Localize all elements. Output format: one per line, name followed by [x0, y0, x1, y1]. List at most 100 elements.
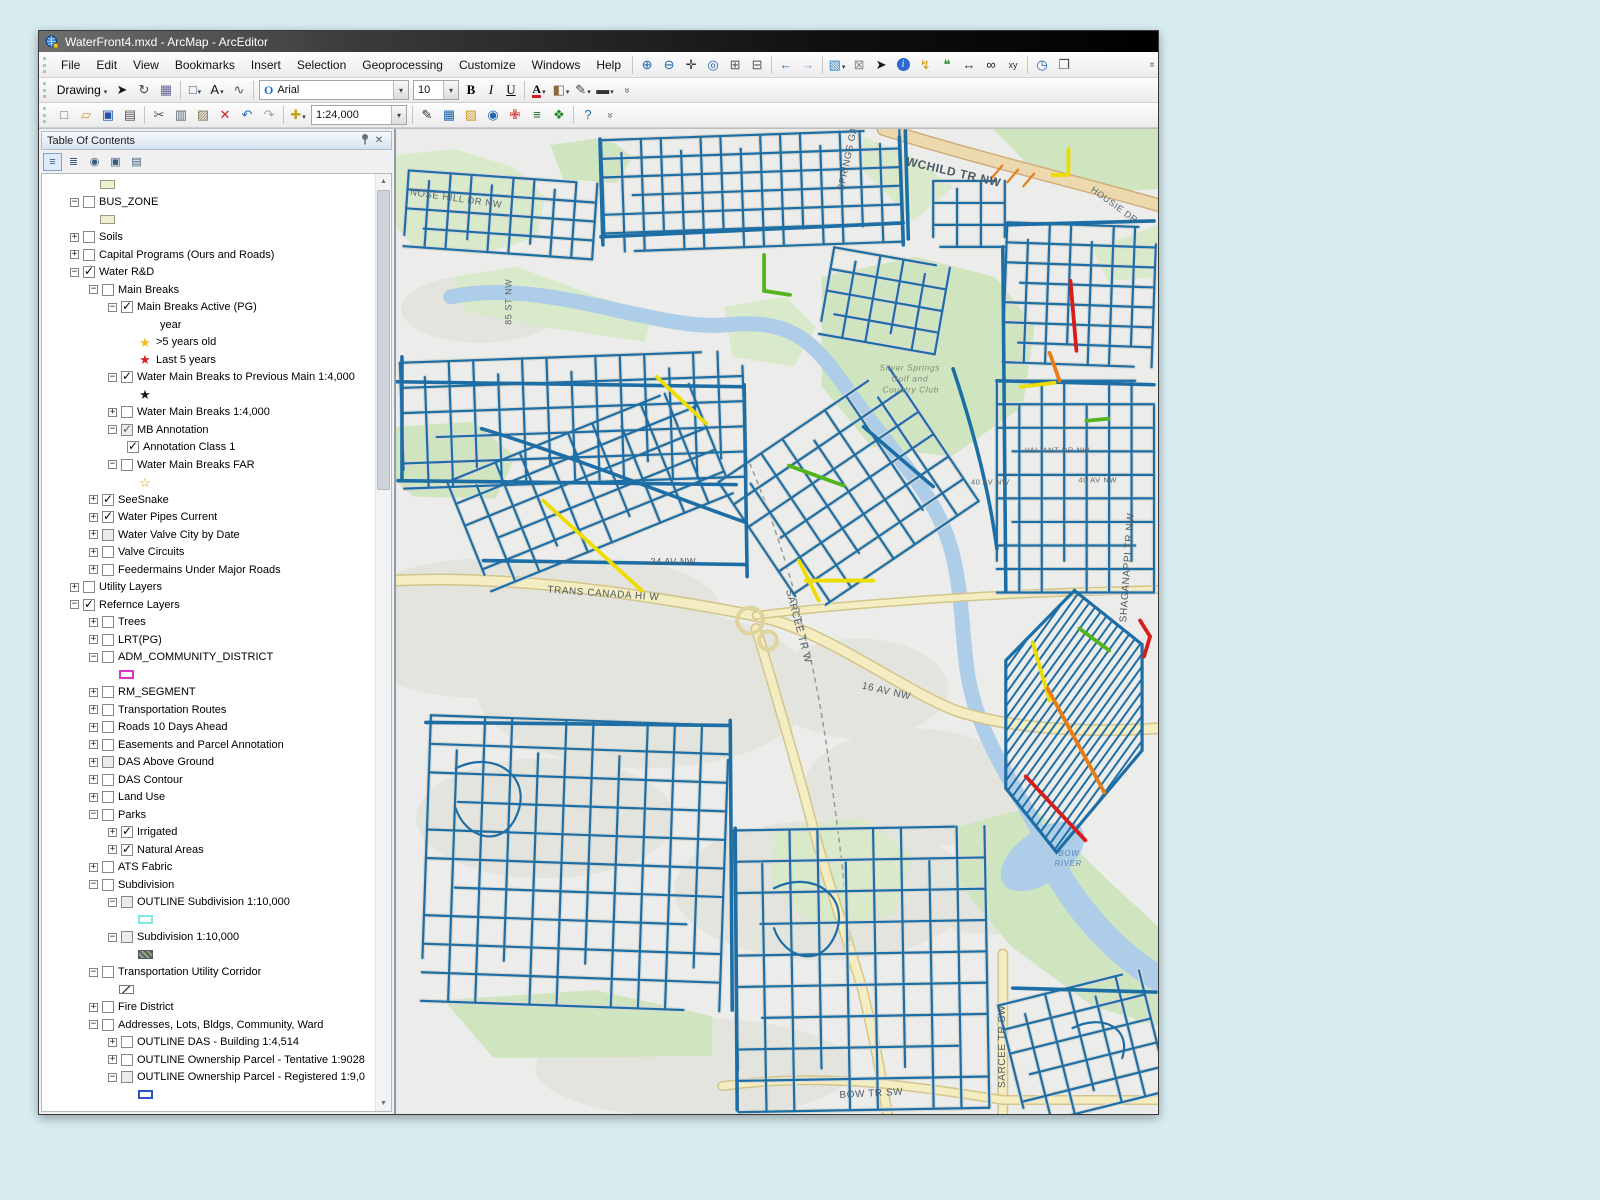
toc-layer-row[interactable]: +Roads 10 Days Ahead: [42, 719, 375, 737]
expand-toggle-icon[interactable]: +: [89, 793, 98, 802]
toc-layer-row[interactable]: +Trees: [42, 614, 375, 632]
paste-icon[interactable]: ▨: [192, 105, 214, 125]
toc-layer-row[interactable]: +OUTLINE DAS - Building 1:4,514: [42, 1034, 375, 1052]
map-canvas[interactable]: NOSE HILL DR NWSPRINGS GAWCHILD TR NWHOU…: [396, 129, 1158, 1114]
menu-file[interactable]: File: [53, 54, 88, 76]
toc-layer-row[interactable]: −Water Main Breaks to Previous Main 1:4,…: [42, 369, 375, 387]
expand-toggle-icon[interactable]: +: [108, 408, 117, 417]
scroll-down-button[interactable]: ▼: [376, 1096, 391, 1111]
expand-toggle-icon[interactable]: +: [89, 565, 98, 574]
layer-visibility-checkbox[interactable]: [102, 546, 114, 558]
toc-layer-row[interactable]: −Transportation Utility Corridor: [42, 964, 375, 982]
python-window-icon[interactable]: ≡: [526, 105, 548, 125]
layer-visibility-checkbox[interactable]: [83, 266, 95, 278]
toc-layer-row[interactable]: +Easements and Parcel Annotation: [42, 736, 375, 754]
expand-toggle-icon[interactable]: +: [89, 1003, 98, 1012]
expand-toggle-icon[interactable]: −: [108, 373, 117, 382]
layer-visibility-checkbox[interactable]: [102, 756, 114, 768]
html-popup-icon[interactable]: ❝: [936, 55, 958, 75]
expand-toggle-icon[interactable]: −: [89, 653, 98, 662]
toc-layer-row[interactable]: −Main Breaks: [42, 281, 375, 299]
expand-toggle-icon[interactable]: +: [89, 495, 98, 504]
menu-geoprocessing[interactable]: Geoprocessing: [354, 54, 451, 76]
toc-layer-row[interactable]: −OUTLINE Ownership Parcel - Registered 1…: [42, 1069, 375, 1087]
layer-visibility-checkbox[interactable]: [121, 826, 133, 838]
font-color-button[interactable]: A: [528, 80, 550, 100]
toc-layer-row[interactable]: +SeeSnake: [42, 491, 375, 509]
pan-icon[interactable]: ✛: [680, 55, 702, 75]
layer-visibility-checkbox[interactable]: [102, 651, 114, 663]
list-by-source-button[interactable]: ≣: [64, 153, 83, 171]
list-by-selection-button[interactable]: ▣: [106, 153, 125, 171]
layer-visibility-checkbox[interactable]: [121, 424, 133, 436]
expand-toggle-icon[interactable]: +: [108, 845, 117, 854]
expand-toggle-icon[interactable]: −: [108, 460, 117, 469]
toc-layer-row[interactable]: +Irrigated: [42, 824, 375, 842]
expand-toggle-icon[interactable]: −: [108, 425, 117, 434]
expand-toggle-icon[interactable]: +: [89, 530, 98, 539]
menu-view[interactable]: View: [125, 54, 167, 76]
toc-layer-row[interactable]: −BUS_ZONE: [42, 194, 375, 212]
drawing-menu-button[interactable]: Drawing: [53, 80, 111, 100]
expand-toggle-icon[interactable]: +: [89, 705, 98, 714]
layer-visibility-checkbox[interactable]: [121, 1054, 133, 1066]
layer-visibility-checkbox[interactable]: [83, 231, 95, 243]
toc-layer-row[interactable]: +Soils: [42, 229, 375, 247]
expand-toggle-icon[interactable]: +: [89, 513, 98, 522]
toc-legend-row[interactable]: ☆: [42, 474, 375, 492]
add-data-icon[interactable]: ✚: [287, 105, 309, 125]
expand-toggle-icon[interactable]: +: [108, 1055, 117, 1064]
shape-tool-icon[interactable]: □: [184, 80, 206, 100]
menu-insert[interactable]: Insert: [243, 54, 289, 76]
layer-visibility-checkbox[interactable]: [102, 634, 114, 646]
expand-toggle-icon[interactable]: +: [108, 1038, 117, 1047]
curve-tool-icon[interactable]: ∿: [228, 80, 250, 100]
menu-selection[interactable]: Selection: [289, 54, 354, 76]
toc-layer-row[interactable]: −OUTLINE Subdivision 1:10,000: [42, 894, 375, 912]
layer-visibility-checkbox[interactable]: [102, 529, 114, 541]
layer-visibility-checkbox[interactable]: [102, 704, 114, 716]
expand-toggle-icon[interactable]: +: [89, 688, 98, 697]
toc-options-button[interactable]: ▤: [127, 153, 146, 171]
fill-color-icon[interactable]: ◧: [550, 80, 572, 100]
underline-button[interactable]: U: [501, 80, 521, 100]
layer-visibility-checkbox[interactable]: [83, 599, 95, 611]
layer-visibility-checkbox[interactable]: [102, 966, 114, 978]
zoom-in-icon[interactable]: ⊕: [636, 55, 658, 75]
new-map-icon[interactable]: □: [53, 105, 75, 125]
marker-color-icon[interactable]: ▬: [594, 80, 616, 100]
layer-visibility-checkbox[interactable]: [102, 616, 114, 628]
layer-visibility-checkbox[interactable]: [102, 494, 114, 506]
expand-toggle-icon[interactable]: +: [89, 758, 98, 767]
measure-icon[interactable]: ↔: [958, 55, 980, 75]
layer-visibility-checkbox[interactable]: [83, 581, 95, 593]
clear-selection-icon[interactable]: ⊠: [848, 55, 870, 75]
expand-toggle-icon[interactable]: +: [89, 775, 98, 784]
layer-visibility-checkbox[interactable]: [102, 1001, 114, 1013]
toc-layer-row[interactable]: +Water Valve City by Date: [42, 526, 375, 544]
rotate-icon[interactable]: ↻: [133, 80, 155, 100]
create-viewer-window-icon[interactable]: ❐: [1053, 55, 1075, 75]
expand-toggle-icon[interactable]: −: [89, 1020, 98, 1029]
toc-layer-row[interactable]: −ADM_COMMUNITY_DISTRICT: [42, 649, 375, 667]
toc-legend-row[interactable]: [42, 176, 375, 194]
copy-icon[interactable]: ▥: [170, 105, 192, 125]
layer-visibility-checkbox[interactable]: [102, 284, 114, 296]
expand-toggle-icon[interactable]: −: [70, 198, 79, 207]
layer-visibility-checkbox[interactable]: [121, 896, 133, 908]
toc-layer-row[interactable]: +Natural Areas: [42, 841, 375, 859]
toc-layer-row[interactable]: +ATS Fabric: [42, 859, 375, 877]
close-icon[interactable]: ✕: [372, 135, 386, 146]
expand-toggle-icon[interactable]: +: [108, 828, 117, 837]
expand-toggle-icon[interactable]: −: [89, 880, 98, 889]
expand-toggle-icon[interactable]: −: [108, 898, 117, 907]
expand-toggle-icon[interactable]: +: [70, 583, 79, 592]
font-family-combo[interactable]: O Arial: [259, 80, 409, 100]
layer-visibility-checkbox[interactable]: [102, 721, 114, 733]
layer-visibility-checkbox[interactable]: [121, 406, 133, 418]
toc-layer-row[interactable]: +Utility Layers: [42, 579, 375, 597]
layer-visibility-checkbox[interactable]: [121, 931, 133, 943]
toolbar-grip[interactable]: [43, 57, 48, 73]
expand-toggle-icon[interactable]: −: [89, 810, 98, 819]
open-icon[interactable]: ▱: [75, 105, 97, 125]
